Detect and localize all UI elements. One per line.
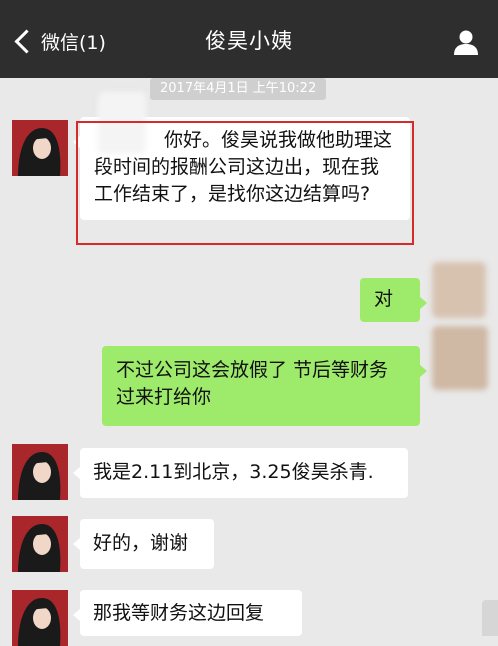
person-icon[interactable] — [452, 28, 480, 56]
contact-avatar[interactable] — [12, 120, 68, 176]
redaction-blur — [432, 262, 486, 318]
message-text: 那我等财务这边回复 — [93, 602, 265, 624]
message-bubble[interactable]: 好的，谢谢 — [73, 519, 214, 569]
contact-avatar[interactable] — [12, 516, 68, 572]
contact-avatar[interactable] — [12, 444, 68, 500]
redaction-blur — [432, 326, 488, 390]
chat-header: 微信(1) 俊昊小姨 — [0, 0, 498, 78]
timestamp-chip: 2017年4月1日 上午10:22 — [150, 78, 327, 100]
message-text: 对 — [374, 288, 394, 310]
message-text: 不过公司这会放假了 节后等财务过来打给你 — [116, 359, 389, 408]
message-bubble[interactable]: 对 — [360, 278, 427, 322]
chat-title: 俊昊小姨 — [205, 29, 293, 53]
scroll-indicator — [482, 600, 498, 636]
message-bubble[interactable]: 那我等财务这边回复 — [73, 590, 302, 636]
contact-avatar[interactable] — [12, 590, 68, 646]
message-bubble[interactable]: 不过公司这会放假了 节后等财务过来打给你 — [102, 346, 427, 426]
message-bubble[interactable]: 我是2.11到北京，3.25俊昊杀青. — [73, 448, 408, 498]
message-text: 好的，谢谢 — [93, 532, 189, 554]
message-text: 我是2.11到北京，3.25俊昊杀青. — [93, 461, 374, 483]
redaction-blur — [98, 92, 146, 154]
